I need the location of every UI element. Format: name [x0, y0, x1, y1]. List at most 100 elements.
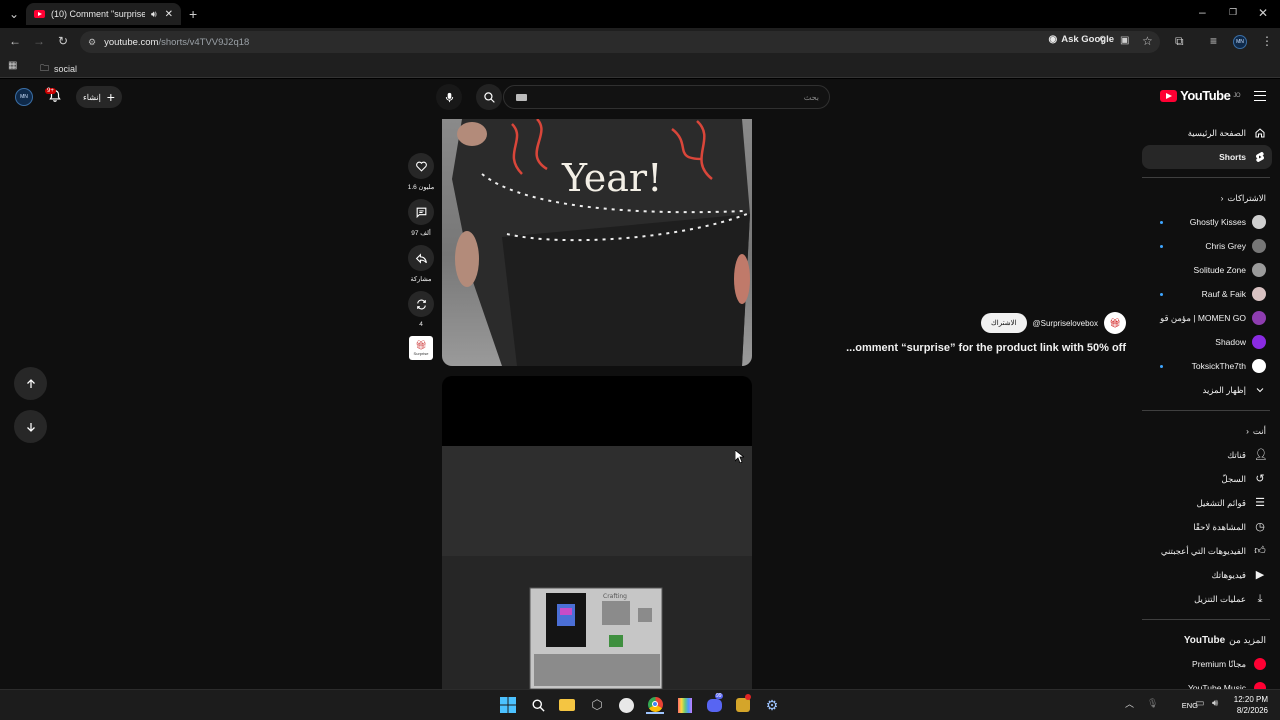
sidebar-subscription-item[interactable]: Shadow — [1142, 330, 1280, 354]
sidebar-divider — [1142, 177, 1270, 178]
app-gradient-icon[interactable] — [676, 696, 694, 714]
audio-playing-icon[interactable]: 🔊︎ — [151, 9, 157, 20]
window-close-icon[interactable]: ✕ — [1258, 7, 1268, 19]
app-compass-icon[interactable] — [617, 696, 635, 714]
next-short-button[interactable] — [14, 410, 47, 443]
folder-icon: 🗀︎ — [40, 63, 50, 73]
short-video-player[interactable]: Year! — [442, 119, 752, 366]
network-icon[interactable]: ▭ — [1195, 699, 1204, 709]
remix-button[interactable] — [408, 291, 434, 317]
back-icon[interactable]: ← — [9, 35, 21, 47]
channel-avatar[interactable]: 🎁︎ — [1104, 312, 1126, 334]
create-button[interactable]: إنشاء + — [76, 86, 122, 108]
bookmark-star-icon[interactable]: ☆ — [1142, 35, 1153, 47]
discord-icon[interactable]: 99 — [705, 693, 723, 714]
volume-icon[interactable]: 🔊︎ — [1212, 699, 1218, 709]
url-path: /shorts/v4TVV9J2q18 — [158, 36, 250, 48]
youtube-premium-icon — [1254, 658, 1266, 670]
you-header[interactable]: › أنت — [1142, 419, 1280, 443]
youtube-logo[interactable]: YouTube JO — [1160, 88, 1240, 103]
forward-icon[interactable]: → — [33, 35, 45, 47]
sidebar-subscription-item[interactable]: مؤمن قو | MOMEN GO — [1142, 306, 1280, 330]
sidebar-subscription-item[interactable]: Ghostly Kisses — [1142, 210, 1280, 234]
tray-overflow-icon[interactable]: ︿ — [1125, 700, 1134, 709]
sidebar-you-item[interactable]: المشاهدة لاحقًا ◷ — [1142, 515, 1280, 539]
chrome-menu-icon[interactable]: ⋮ — [1261, 35, 1273, 47]
taskbar-search-icon[interactable] — [529, 696, 547, 714]
playlists-icon: ☰ — [1255, 497, 1265, 509]
sidebar-item-label: Shorts — [1219, 152, 1246, 162]
sidebar-you-item[interactable]: قوائم التشغيل ☰ — [1142, 491, 1280, 515]
clock-date: 8/2/2026 — [1236, 706, 1268, 715]
sidebar-subscription-item[interactable]: Chris Grey — [1142, 234, 1280, 258]
extensions-icon[interactable]: ⧉ — [1175, 35, 1184, 47]
share-icon — [415, 252, 427, 264]
sidebar-you-item[interactable]: قناتك 👤︎ — [1142, 443, 1280, 467]
sidebar-item-premium[interactable]: Premium مجانًا — [1142, 652, 1280, 676]
chevron-right-icon: › — [1246, 426, 1249, 436]
sidebar-you-item[interactable]: عمليات التنزيل ⤓ — [1142, 587, 1280, 611]
history-icon: ↺ — [1255, 473, 1265, 485]
previous-short-button[interactable] — [14, 367, 47, 400]
subscribe-button[interactable]: الاشتراك — [981, 313, 1027, 333]
more-from-prefix: المزيد من — [1229, 634, 1266, 645]
notification-count-badge: 9+ — [45, 88, 56, 94]
sidebar-item-home[interactable]: الصفحة الرئيسية — [1142, 121, 1280, 145]
next-short-player[interactable]: Crafting — [442, 376, 752, 689]
new-content-dot — [1160, 293, 1163, 296]
channel-handle[interactable]: @Surpriselovebox — [1033, 319, 1098, 328]
apps-grid-icon[interactable]: ▦ — [8, 61, 17, 71]
media-control-icon[interactable]: ≡ — [1210, 35, 1217, 47]
show-more-button[interactable]: إظهار المزيد — [1142, 378, 1280, 402]
lens-icon: ◉ — [1048, 34, 1058, 45]
person-icon: 👤︎ — [1254, 449, 1268, 461]
short-title[interactable]: ...omment “surprise” for the product lin… — [846, 342, 1126, 354]
cast-icon[interactable]: ▣ — [1120, 36, 1129, 46]
search-button[interactable] — [476, 84, 502, 110]
voice-search-button[interactable] — [436, 84, 462, 110]
browser-tab-active[interactable]: (10) Comment "surprise" fo 🔊︎ ✕ — [26, 3, 181, 25]
sidebar-you-item[interactable]: فيديوهاتك ▶ — [1142, 563, 1280, 587]
app-game-icon[interactable] — [734, 694, 752, 714]
like-button[interactable] — [408, 153, 434, 179]
sidebar-item-label: قناتك — [1227, 449, 1246, 460]
guide-menu-icon[interactable] — [1254, 90, 1266, 101]
sidebar-item-shorts[interactable]: Shorts — [1142, 145, 1272, 169]
youtube-play-logo-icon — [1160, 89, 1178, 102]
channel-row: الاشتراك @Surpriselovebox 🎁︎ — [846, 312, 1126, 334]
microphone-tray-icon[interactable]: 🎙︎ — [1147, 699, 1158, 708]
search-input[interactable]: بحث — [503, 85, 830, 109]
subscriptions-header[interactable]: › الاشتراكات — [1142, 186, 1280, 210]
sidebar-subscription-item[interactable]: Solitude Zone — [1142, 258, 1280, 282]
keyboard-icon[interactable] — [516, 94, 527, 101]
settings-icon[interactable]: ⚙ — [763, 696, 781, 714]
you-list: قناتك 👤︎ السجلّ ↺ قوائم التشغيل ☰ المشاهدة لاح… — [1142, 443, 1280, 611]
reload-icon[interactable]: ↻ — [58, 35, 68, 47]
profile-avatar[interactable]: MN — [1233, 35, 1247, 49]
sidebar-subscription-item[interactable]: ToksickThe7th — [1142, 354, 1280, 378]
file-explorer-icon[interactable] — [558, 696, 576, 714]
subscription-name: Rauf & Faik — [1201, 289, 1246, 299]
chrome-taskbar-icon[interactable] — [646, 696, 664, 714]
comments-button[interactable] — [408, 199, 434, 225]
sidebar-you-item[interactable]: الفيديوهات التي أعجبتني 👍︎ — [1142, 539, 1280, 563]
tab-search-icon[interactable]: ⌄ — [9, 8, 19, 20]
address-bar[interactable]: ⚙ youtube.com/shorts/v4TVV9J2q18 — [80, 31, 1160, 53]
bookmark-folder-social[interactable]: 🗀︎ social — [40, 61, 77, 77]
new-tab-icon[interactable]: + — [189, 7, 197, 21]
channel-thumbnail[interactable]: 🎁︎ Surprise — [409, 336, 433, 360]
zoom-icon[interactable]: ⚲ — [1099, 36, 1106, 46]
share-button[interactable] — [408, 245, 434, 271]
account-avatar[interactable]: MN — [15, 88, 33, 106]
restore-icon[interactable]: ❐ — [1229, 8, 1237, 17]
site-info-icon[interactable]: ⚙ — [88, 37, 96, 48]
show-more-label: إظهار المزيد — [1202, 384, 1246, 395]
sidebar-subscription-item[interactable]: Rauf & Faik — [1142, 282, 1280, 306]
tab-close-icon[interactable]: ✕ — [165, 9, 173, 20]
start-button[interactable] — [499, 696, 517, 714]
minimize-icon[interactable]: – — [1199, 6, 1206, 18]
sidebar-you-item[interactable]: السجلّ ↺ — [1142, 467, 1280, 491]
new-content-dot — [1160, 365, 1163, 368]
system-clock[interactable]: 12:20 PM 8/2/2026 — [1234, 694, 1268, 716]
app-hexagon-icon[interactable]: ⬡ — [588, 696, 606, 714]
